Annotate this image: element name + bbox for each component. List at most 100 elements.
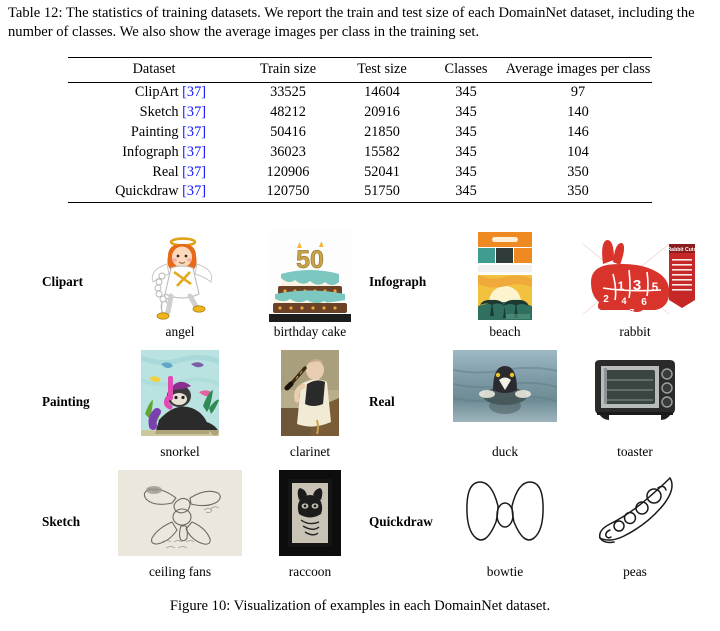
domain-label-painting: Painting — [42, 394, 90, 409]
figure-row: Painting snorkel clarinet Real duck toas… — [0, 348, 720, 466]
example-quickdraw-bowtie: bowtie — [435, 468, 575, 586]
cell-dataset-name: Real [37] — [68, 162, 240, 182]
citation-link[interactable]: [37] — [182, 104, 206, 120]
table-row: Infograph [37] 36023 15582 345 104 — [68, 142, 652, 162]
column-header-dataset: Dataset — [68, 57, 240, 83]
example-real-toaster: toaster — [565, 348, 705, 466]
rabbit-cuts-title: Rabbit Cuts — [667, 247, 696, 253]
example-clipart-birthday-cake: 50 birthday cake — [240, 228, 380, 346]
cell-dataset-name: Quickdraw [37] — [68, 182, 240, 202]
example-sketch-ceiling-fans: ceiling fans — [110, 468, 250, 586]
rabbit-cut-number-2: 2 — [603, 294, 609, 305]
figure-row: Sketch ceiling fans raccoon Quickdraw bo… — [0, 468, 720, 586]
cell-classes: 345 — [455, 143, 477, 160]
domain-label-quickdraw: Quickdraw — [369, 514, 433, 529]
statistics-table: Dataset Train size Test size Classes Ave… — [68, 57, 652, 203]
domain-label-clipart: Clipart — [42, 274, 84, 289]
table-row: Real [37] 120906 52041 345 350 — [68, 162, 652, 182]
domain-block-painting: Painting snorkel clarinet — [0, 348, 360, 466]
citation-link[interactable]: [37] — [182, 164, 206, 180]
example-caption: beach — [489, 324, 521, 339]
statistics-table-container: Dataset Train size Test size Classes Ave… — [68, 57, 652, 203]
example-caption: duck — [491, 444, 519, 459]
cell-test-size: 21850 — [364, 123, 400, 140]
clipart-birthday-cake-image: 50 — [269, 230, 351, 322]
cell-average-images: 104 — [567, 143, 589, 160]
quickdraw-peas-image — [590, 470, 680, 556]
clipart-angel-image — [141, 230, 219, 320]
example-caption: clarinet — [289, 444, 331, 459]
citation-link[interactable]: [37] — [182, 144, 206, 160]
rabbit-cut-number-3: 3 — [633, 277, 641, 294]
example-sketch-raccoon: raccoon — [240, 468, 380, 586]
domain-block-infograph: Infograph beach 1 2 3 4 5 6 7 Rabbit Cut… — [360, 228, 720, 346]
example-caption: birthday cake — [273, 324, 347, 339]
table-caption: Table 12: The statistics of training dat… — [8, 5, 695, 41]
domain-block-quickdraw: Quickdraw bowtie peas — [360, 468, 720, 586]
column-header-train-size: Train size — [240, 57, 336, 83]
example-caption: rabbit — [619, 324, 651, 339]
cake-number: 50 — [296, 246, 324, 274]
rabbit-cut-number-4: 4 — [621, 296, 626, 306]
table-row: Painting [37] 50416 21850 345 146 — [68, 123, 652, 143]
figure-row: Clipart angel 50 birthday cake Infograph… — [0, 228, 720, 346]
table-row: Quickdraw [37] 120750 51750 345 350 — [68, 182, 652, 202]
cell-train-size: 48212 — [270, 104, 306, 121]
table-header: Dataset Train size Test size Classes Ave… — [68, 57, 652, 83]
figure-caption: Figure 10: Visualization of examples in … — [169, 598, 551, 614]
dataset-name-text: Quickdraw — [115, 183, 179, 200]
cell-dataset-name: Painting [37] — [68, 123, 240, 143]
citation-link[interactable]: [37] — [182, 183, 206, 199]
dataset-name-text: Infograph — [122, 143, 179, 160]
domain-label-real: Real — [369, 394, 395, 409]
cell-test-size: 15582 — [364, 143, 400, 160]
cell-dataset-name: Infograph [37] — [68, 142, 240, 162]
painting-clarinet-image — [281, 350, 339, 436]
quickdraw-bowtie-image — [457, 470, 553, 556]
cell-train-size: 33525 — [240, 81, 336, 103]
example-quickdraw-peas: peas — [565, 468, 705, 586]
domain-block-clipart: Clipart angel 50 birthday cake — [0, 228, 360, 346]
table-bottom-rule-row — [68, 201, 652, 203]
column-header-classes: Classes — [428, 57, 504, 83]
domain-label-infograph: Infograph — [369, 274, 427, 289]
table-row: Sketch [37] 48212 20916 345 140 — [68, 103, 652, 123]
domain-block-sketch: Sketch ceiling fans raccoon — [0, 468, 360, 586]
column-header-test-size: Test size — [336, 57, 428, 83]
cell-average-images: 146 — [567, 123, 589, 140]
cell-classes: 345 — [455, 123, 477, 140]
cell-classes: 345 — [428, 81, 504, 103]
rabbit-cut-number-1: 1 — [618, 279, 625, 293]
rabbit-cut-number-6: 6 — [641, 297, 647, 308]
domain-block-real: Real duck toaster — [360, 348, 720, 466]
rabbit-cuts-legend: Rabbit Cuts — [667, 244, 697, 308]
example-caption: raccoon — [288, 564, 332, 579]
table-body: ClipArt [37] 33525 14604 345 97 Sketch [… — [68, 81, 652, 203]
real-duck-image — [453, 350, 557, 422]
cell-test-size: 20916 — [364, 104, 400, 121]
cell-train-size: 120750 — [266, 183, 310, 200]
example-infograph-rabbit: 1 2 3 4 5 6 7 Rabbit Cuts rabbit — [565, 228, 705, 346]
real-toaster-image — [587, 350, 683, 424]
cell-classes: 345 — [455, 104, 477, 121]
dataset-name-text: Real — [152, 163, 179, 180]
example-painting-snorkel: snorkel — [110, 348, 250, 466]
example-real-duck: duck — [435, 348, 575, 466]
cell-train-size: 36023 — [270, 143, 306, 160]
example-caption: bowtie — [486, 564, 524, 579]
cell-average-images: 350 — [567, 183, 589, 200]
domain-label-sketch: Sketch — [42, 514, 81, 529]
table-row: ClipArt [37] 33525 14604 345 97 — [68, 81, 652, 103]
cell-average-images: 350 — [567, 163, 589, 180]
painting-snorkel-image — [141, 350, 219, 436]
example-painting-clarinet: clarinet — [240, 348, 380, 466]
figure-examples-grid: Clipart angel 50 birthday cake Infograph… — [0, 228, 720, 579]
citation-link[interactable]: [37] — [182, 124, 206, 140]
example-infograph-beach: beach — [435, 228, 575, 346]
dataset-name-text: Painting — [130, 123, 179, 140]
infograph-beach-image — [474, 230, 536, 322]
citation-link[interactable]: [37] — [182, 84, 206, 100]
example-clipart-angel: angel — [110, 228, 250, 346]
cell-average-images: 140 — [567, 104, 589, 121]
column-header-average-images-per-class: Average images per class — [504, 57, 652, 83]
